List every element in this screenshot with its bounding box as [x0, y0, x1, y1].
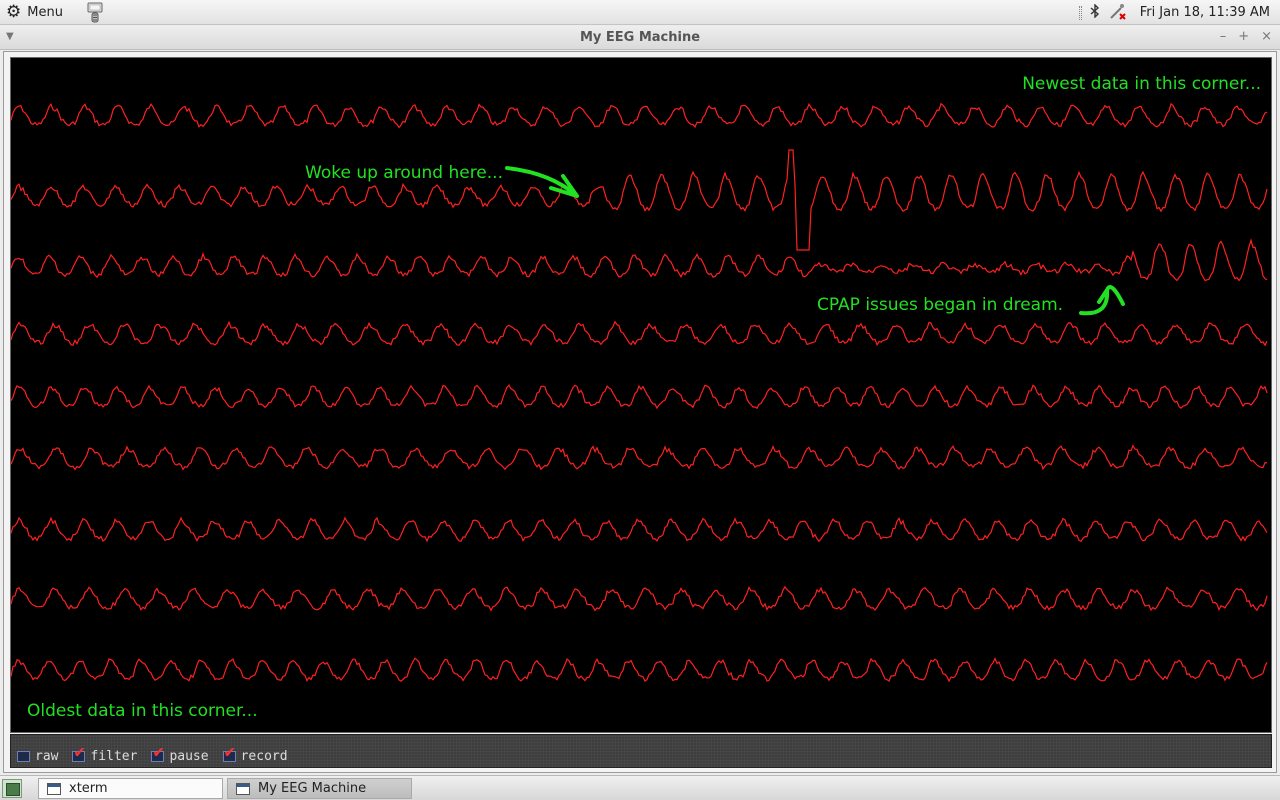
checkbox-box: ✔ — [151, 744, 165, 762]
task-label: xterm — [69, 781, 108, 796]
annotation-oldest: Oldest data in this corner... — [27, 701, 258, 721]
launcher-icon[interactable] — [84, 1, 106, 23]
gear-icon: ⚙ — [6, 2, 22, 22]
clock[interactable]: Fri Jan 18, 11:39 AM — [1140, 5, 1270, 20]
window-icon — [47, 782, 61, 795]
window-titlebar: ▼ My EEG Machine – + × — [0, 26, 1280, 50]
system-tray: Fri Jan 18, 11:39 AM — [1078, 0, 1270, 25]
taskbar: xterm My EEG Machine — [0, 775, 1280, 800]
eeg-trace-8 — [11, 585, 1268, 612]
filter-label: filter — [90, 749, 138, 764]
checkmark-icon: ✔ — [224, 742, 235, 762]
record-checkbox[interactable]: ✔ record — [222, 744, 288, 764]
checkmark-icon: ✔ — [74, 742, 85, 762]
annotation-cpap: CPAP issues began in dream. — [817, 295, 1064, 315]
checkmark-icon: ✔ — [153, 742, 164, 762]
menu-label: Menu — [27, 4, 63, 20]
window-title: My EEG Machine — [579, 30, 701, 45]
eeg-traces — [11, 102, 1268, 683]
eeg-display: Newest data in this corner... Woke up ar… — [10, 57, 1272, 733]
checkbox-box — [17, 751, 30, 762]
raw-label: raw — [35, 749, 59, 764]
window-controls: – + × — [1220, 29, 1272, 44]
checkbox-box: ✔ — [72, 744, 86, 762]
task-label: My EEG Machine — [258, 781, 367, 796]
menu-button[interactable]: ⚙ Menu — [6, 2, 63, 22]
network-disconnected-icon[interactable] — [1108, 1, 1128, 25]
show-desktop-button[interactable] — [2, 779, 22, 798]
pause-checkbox[interactable]: ✔ pause — [151, 744, 209, 764]
eeg-trace-5 — [11, 384, 1268, 410]
eeg-trace-3 — [11, 238, 1268, 282]
eeg-window-frame: Newest data in this corner... Woke up ar… — [3, 51, 1277, 773]
eeg-trace-4 — [11, 320, 1268, 347]
eeg-trace-7 — [11, 516, 1268, 543]
window-icon — [236, 782, 250, 795]
maximize-button[interactable]: + — [1238, 29, 1249, 44]
eeg-trace-2 — [11, 149, 1268, 251]
filter-checkbox[interactable]: ✔ filter — [72, 744, 138, 764]
top-panel: ⚙ Menu Fri Jan 18, 11:39 AM — [0, 0, 1280, 25]
cpap-arrow-icon — [1079, 285, 1125, 316]
tray-grip — [1078, 5, 1082, 20]
pause-label: pause — [169, 749, 209, 764]
eeg-trace-1 — [11, 102, 1268, 129]
checkbox-box: ✔ — [222, 744, 236, 762]
bluetooth-icon[interactable] — [1090, 2, 1100, 22]
task-eeg-machine[interactable]: My EEG Machine — [227, 778, 412, 799]
annotation-newest: Newest data in this corner... — [1022, 74, 1261, 94]
control-bar: raw ✔ filter ✔ pause ✔ record — [10, 734, 1272, 768]
eeg-trace-6 — [11, 444, 1268, 471]
woke-arrow-icon — [505, 166, 579, 198]
eeg-trace-9 — [11, 656, 1268, 683]
raw-checkbox[interactable]: raw — [17, 749, 58, 764]
close-button[interactable]: × — [1261, 29, 1272, 44]
minimize-button[interactable]: – — [1220, 29, 1227, 44]
record-label: record — [240, 749, 288, 764]
task-xterm[interactable]: xterm — [38, 778, 223, 799]
annotation-woke: Woke up around here... — [305, 163, 503, 183]
